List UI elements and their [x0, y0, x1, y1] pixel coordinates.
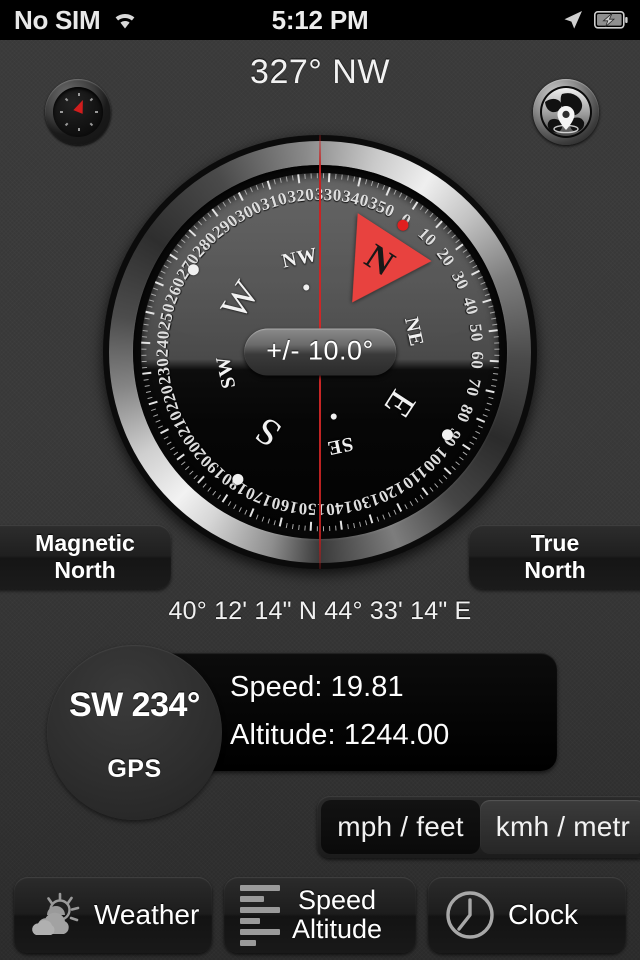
- speed-altitude-label-line1: Speed: [297, 884, 377, 915]
- gps-source-label: GPS: [107, 754, 162, 783]
- gps-heading-value: SW 234°: [68, 685, 201, 724]
- magnetic-north-button[interactable]: Magnetic North: [0, 525, 171, 589]
- clock-button[interactable]: Clock: [428, 877, 626, 953]
- magnetic-north-label-line1: Magnetic: [35, 529, 135, 556]
- battery-charging-icon: [594, 11, 628, 29]
- compass-north-dot: [394, 217, 411, 233]
- true-north-label-line2: North: [524, 557, 586, 583]
- units-metric-segment[interactable]: kmh / metr: [479, 800, 640, 854]
- compass-outer-dot: [229, 471, 246, 487]
- compass-outer-dot: [185, 261, 201, 278]
- magnetic-north-label-line2: North: [54, 557, 116, 583]
- speed-altitude-label-line2: Altitude: [292, 914, 383, 944]
- mini-compass-tick: [60, 111, 63, 113]
- status-bar: No SIM 5:12 PM: [0, 0, 640, 40]
- accuracy-badge: +/- 10.0°: [244, 328, 396, 376]
- compass-outer-dot: [439, 426, 455, 443]
- weather-button-label: Weather: [94, 898, 200, 930]
- compass-inner-dot: [330, 412, 338, 421]
- coordinates-readout: 40° 12' 14" N 44° 33' 14" E: [168, 597, 472, 625]
- clock-button-label: Clock: [508, 898, 579, 930]
- true-north-button[interactable]: True North: [469, 525, 640, 589]
- mini-compass-icon: [45, 79, 111, 145]
- units-segmented-control[interactable]: mph / feet kmh / metr: [317, 796, 640, 858]
- bar-levels-icon: [240, 884, 280, 946]
- units-imperial-segment[interactable]: mph / feet: [321, 800, 480, 854]
- globe-location-icon: [533, 79, 599, 145]
- speed-readout: Speed: 19.81: [230, 671, 404, 704]
- altitude-readout: Altitude: 1244.00: [230, 719, 450, 751]
- compass-inner-dot: [302, 283, 310, 292]
- location-arrow-icon: [562, 9, 584, 31]
- clock-icon: [444, 889, 496, 941]
- mini-compass-tick: [89, 122, 94, 127]
- mini-compass-needle: [73, 98, 88, 114]
- status-bar-right: [562, 9, 628, 31]
- mini-compass-button[interactable]: [45, 79, 111, 145]
- mini-compass-tick: [89, 97, 94, 102]
- clock-time: 5:12 PM: [271, 4, 369, 35]
- compass-app-screen: No SIM 5:12 PM 327° NW 10 20 30 40 50 60…: [0, 0, 640, 960]
- mini-compass-tick: [95, 111, 98, 113]
- speed-altitude-button-label: Speed Altitude: [292, 884, 383, 944]
- mini-compass-tick: [64, 97, 69, 102]
- globe-location-button[interactable]: [533, 79, 599, 145]
- gps-heading-badge[interactable]: SW 234° GPS: [47, 645, 222, 820]
- sun-cloud-icon: [30, 892, 82, 938]
- compass-dial[interactable]: 0102030405060708090100110120130140150160…: [103, 135, 537, 569]
- speed-altitude-button[interactable]: Speed Altitude: [224, 877, 416, 953]
- mini-compass-tick: [78, 128, 80, 131]
- weather-button[interactable]: Weather: [14, 877, 212, 953]
- mini-compass-tick: [64, 122, 69, 127]
- mini-compass-face: [53, 87, 103, 137]
- true-north-label-line1: True: [530, 529, 580, 556]
- bottom-toolbar: Weather Speed Altitude Clock: [0, 874, 640, 956]
- mini-compass-tick: [78, 93, 80, 96]
